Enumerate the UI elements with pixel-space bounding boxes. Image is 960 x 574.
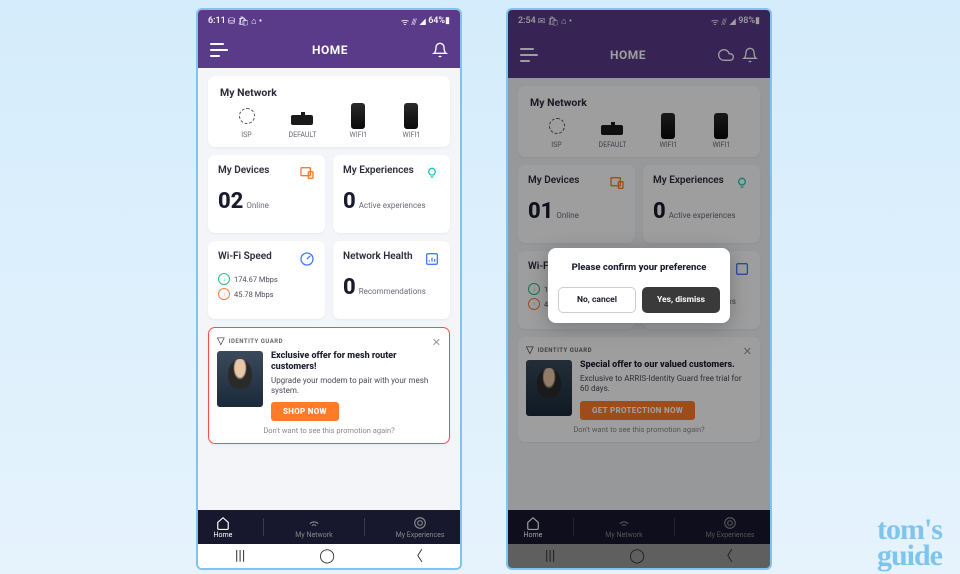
my-devices-tile[interactable]: My Devices 02Online <box>208 155 325 233</box>
promo-banner: ▽IDENTITY GUARD ✕ Exclusive offer for me… <box>208 327 450 444</box>
status-bar: 6:11⛁ 🛍 ⌂ • ᯤ ⫻ ◢64%▮ <box>198 10 460 32</box>
system-nav: ||| ◯ 〈 <box>198 544 460 568</box>
home-button[interactable]: ◯ <box>319 548 335 564</box>
shop-now-button[interactable]: SHOP NOW <box>271 402 339 421</box>
my-experiences-tile[interactable]: My Experiences 0Active experiences <box>333 155 450 233</box>
confirm-dialog: Please confirm your preference No, cance… <box>548 248 730 323</box>
wifi-speed-tile[interactable]: Wi-Fi Speed ↓174.67 Mbps ↑45.78 Mbps <box>208 241 325 319</box>
close-icon[interactable]: ✕ <box>432 336 441 349</box>
menu-icon[interactable] <box>210 43 228 57</box>
status-right-icons: ᯤ ⫻ ◢ <box>401 15 426 28</box>
health-icon <box>424 251 440 267</box>
home-icon <box>216 516 230 530</box>
extender-icon <box>404 103 418 129</box>
shield-icon: ▽ <box>217 336 225 347</box>
promo-image <box>217 351 263 407</box>
speed-icon <box>299 251 315 267</box>
nav-experiences[interactable]: My Experiences <box>396 516 445 539</box>
target-icon <box>413 516 427 530</box>
my-network-card[interactable]: My Network ISP DEFAULT Wifi1 Wifi1 <box>208 76 450 147</box>
router-icon <box>291 115 313 125</box>
bulb-icon <box>424 165 440 181</box>
nav-network[interactable]: My Network <box>295 516 332 539</box>
dialog-title: Please confirm your preference <box>558 262 720 273</box>
watermark: tom's guide <box>877 517 942 568</box>
status-time: 6:11 <box>208 16 226 26</box>
dismiss-button[interactable]: Yes, dismiss <box>642 287 720 313</box>
back-button[interactable]: 〈 <box>409 546 423 566</box>
bottom-nav: Home My Network My Experiences <box>198 510 460 544</box>
network-health-tile[interactable]: Network Health 0Recommendations <box>333 241 450 319</box>
extender-icon <box>351 103 365 129</box>
isp-icon <box>239 108 255 124</box>
page-title: HOME <box>228 43 432 57</box>
bell-icon[interactable] <box>432 42 448 58</box>
phone-left: 6:11⛁ 🛍 ⌂ • ᯤ ⫻ ◢64%▮ HOME My Network IS… <box>196 8 462 570</box>
nav-home[interactable]: Home <box>213 516 232 539</box>
recents-button[interactable]: ||| <box>235 548 245 564</box>
content-area: My Network ISP DEFAULT Wifi1 Wifi1 My De… <box>198 68 460 510</box>
status-battery: 64%▮ <box>428 16 450 26</box>
phone-right: 2:54✉ 🛍 ⌂ • ᯤ ⫻ ◢98%▮ HOME My Network IS… <box>506 8 772 570</box>
status-left-icons: ⛁ 🛍 ⌂ • <box>228 16 262 27</box>
wifi-icon <box>307 516 321 530</box>
dismiss-link[interactable]: Don't want to see this promotion again? <box>217 426 441 435</box>
app-header: HOME <box>198 32 460 68</box>
cancel-button[interactable]: No, cancel <box>558 287 636 313</box>
devices-icon <box>299 165 315 181</box>
download-icon: ↓ <box>218 273 230 285</box>
card-title: My Network <box>220 86 438 99</box>
upload-icon: ↑ <box>218 288 230 300</box>
